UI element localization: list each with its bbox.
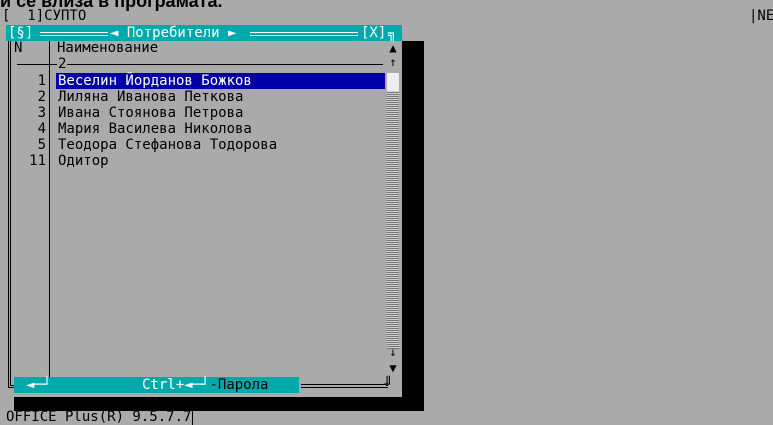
window-title: ◄ Потребители ►: [110, 25, 237, 41]
scroll-down-arrow-icon[interactable]: ▼: [386, 361, 400, 375]
page-down-arrow-icon[interactable]: ↓: [386, 345, 400, 359]
scroll-up-arrow-icon[interactable]: ▲: [386, 41, 400, 55]
version-footer: OFFICE Plus(R) 9.5.7.7: [6, 409, 194, 425]
list-item-name: Ивана Стоянова Петрова: [58, 105, 244, 121]
titlebar-line-left: [40, 32, 108, 36]
enter-button[interactable]: ◄─┘: [26, 377, 51, 393]
top-status-left: [ 1]СУПТО: [2, 8, 87, 24]
list-item-number: 2: [37, 89, 46, 105]
list-item-number: 11: [29, 153, 46, 169]
column-sort-indicator: 2: [57, 56, 68, 72]
window-titlebar: [§] ◄ Потребители ► [X] ╗: [6, 25, 402, 43]
column-header-n[interactable]: N: [14, 40, 22, 56]
list-item-name: Мария Василева Николова: [58, 121, 252, 137]
page-up-arrow-icon[interactable]: ↑: [386, 55, 400, 69]
list-item-number: 1: [37, 73, 46, 89]
statusbar-corner: ╜: [384, 377, 393, 393]
vertical-scrollbar[interactable]: ▲ ↑ ↓ ▼: [385, 41, 401, 385]
version-label: OFFICE Plus(R) 9.5.7.7: [6, 409, 194, 425]
list-item-number: 4: [37, 121, 46, 137]
list-item-name: Одитор: [58, 153, 109, 169]
list-item-number: 3: [37, 105, 46, 121]
password-shortcut-keys: Ctrl+◄─┘: [142, 377, 210, 393]
scrollbar-thumb[interactable]: [387, 73, 399, 91]
list-item-name: Теодора Стефанова Тодорова: [58, 137, 278, 153]
scrollbar-track[interactable]: [387, 73, 399, 349]
top-status-right: |NE: [749, 8, 773, 24]
titlebar-line-right: [250, 32, 358, 36]
window-statusbar: ◄─┘ Ctrl+◄─┘-Парола: [14, 377, 386, 393]
list-item-name: Лиляна Иванова Петкова: [58, 89, 244, 105]
list-item-name: Веселин Йорданов Божков: [56, 73, 386, 89]
column-header-name[interactable]: Наименование: [57, 40, 158, 56]
column-separator: [49, 41, 50, 385]
dos-screen: и се влиза в програмата. [ 1]СУПТО |NE […: [0, 0, 773, 425]
statusbar-rule: [301, 384, 386, 388]
password-shortcut[interactable]: Ctrl+◄─┘-Парола: [142, 377, 268, 393]
list-item-number: 5: [37, 137, 46, 153]
window-menu-button[interactable]: [§]: [8, 25, 33, 41]
close-button[interactable]: [X]: [361, 25, 386, 41]
password-shortcut-label: -Парола: [209, 377, 269, 393]
header-rule: [17, 64, 383, 65]
